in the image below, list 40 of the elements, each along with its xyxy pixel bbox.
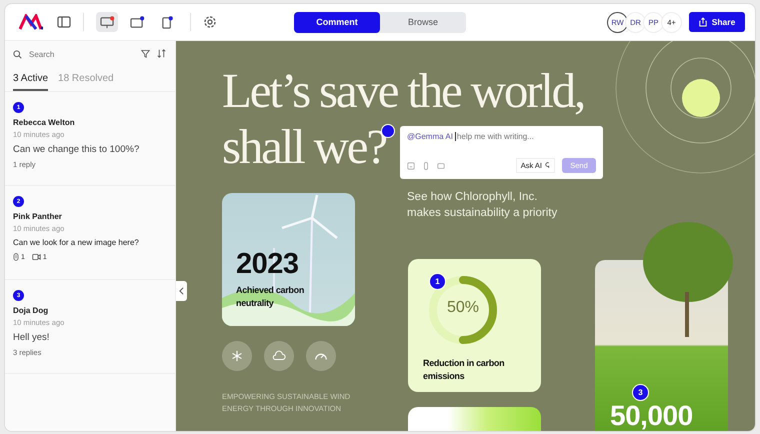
phone-icon <box>160 16 174 28</box>
headline: Let’s save the world, <box>222 63 584 119</box>
ai-icon <box>545 162 550 169</box>
filter-icon[interactable] <box>141 49 150 58</box>
collapse-sidebar-button[interactable] <box>176 281 187 301</box>
search-icon <box>13 50 22 58</box>
percentage-value: 50% <box>446 299 480 317</box>
stat-number: 50,000 <box>610 402 693 430</box>
video-icon <box>32 253 41 261</box>
card-caption: Achieved carbon neutrality <box>236 284 304 310</box>
desktop-view-button[interactable] <box>96 12 118 32</box>
gauge-icon <box>306 341 336 371</box>
paperclip-icon[interactable] <box>422 162 430 170</box>
chevron-left-icon <box>179 287 184 295</box>
upload-icon <box>698 17 707 27</box>
year-heading: 2023 <box>236 248 299 281</box>
monitor-icon <box>100 16 114 28</box>
mode-tab[interactable]: Comment <box>294 12 380 32</box>
headline: shall we? <box>222 119 386 175</box>
tagline: See how Chlorophyll, Inc. makes sustainability a priority <box>407 190 558 221</box>
comment-text: Can we look for a new image here? <box>13 238 139 247</box>
comment-text: Can we change this to 100%? <box>13 144 140 155</box>
comment-filter-tab[interactable]: 3 Active <box>13 73 48 91</box>
share-button[interactable]: Share <box>689 12 745 32</box>
sidebar-toggle-icon[interactable] <box>57 15 71 29</box>
search-field[interactable]: Search <box>27 48 131 60</box>
sort-icon[interactable] <box>157 49 166 58</box>
ai-mention: @Gemma AI <box>407 132 453 141</box>
tablet-icon <box>130 16 144 28</box>
comment-text: Hell yes! <box>13 332 50 343</box>
card-caption: Reduction in carbon emissions <box>423 357 506 383</box>
comment-author: Pink Panther <box>13 212 62 221</box>
settings-icon[interactable] <box>203 15 217 29</box>
mode-tab[interactable]: Browse <box>380 12 466 32</box>
logo-icon <box>19 14 43 30</box>
comment-author: Rebecca Welton <box>13 118 75 127</box>
snowflake-icon <box>222 341 252 371</box>
paperclip-icon <box>13 253 19 261</box>
comment-author: Doja Dog <box>13 306 48 315</box>
cloud-icon <box>264 341 294 371</box>
